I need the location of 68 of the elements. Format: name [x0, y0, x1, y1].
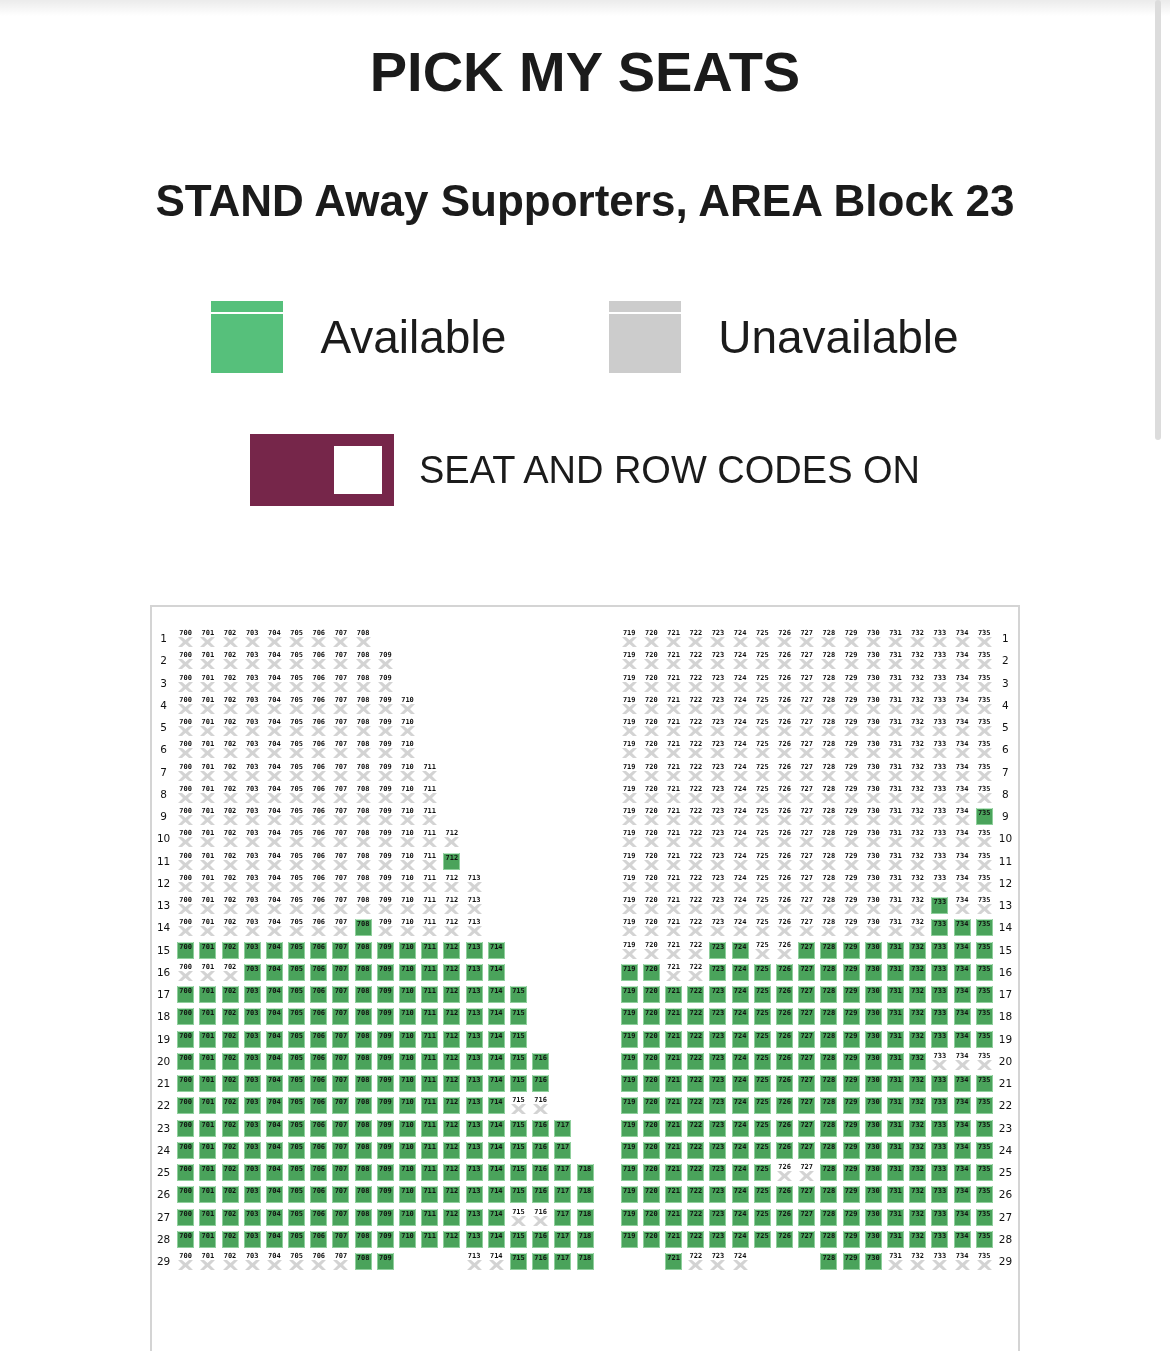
row-label: 10	[155, 832, 172, 846]
row-label: 27	[155, 1210, 172, 1224]
row-label: 3	[159, 676, 168, 690]
row-label: 16	[155, 965, 172, 979]
row-label: 9	[159, 810, 168, 823]
row-label: 14	[997, 921, 1014, 935]
row-label: 10	[997, 832, 1014, 846]
row-label: 20	[155, 1054, 172, 1068]
row-label: 4	[159, 698, 168, 712]
row-label: 29	[997, 1255, 1014, 1268]
row-label: 26	[155, 1188, 172, 1202]
row-label: 28	[155, 1232, 172, 1246]
row-label: 20	[997, 1054, 1014, 1068]
row-label: 2	[1001, 654, 1010, 668]
row-label: 7	[1001, 765, 1010, 779]
row-label: 6	[1001, 743, 1010, 757]
row-label: 23	[997, 1121, 1014, 1135]
row-label: 13	[155, 899, 172, 912]
row-label: 29	[155, 1255, 172, 1268]
row-label: 9	[1001, 810, 1010, 823]
row-label: 19	[997, 1032, 1014, 1046]
row-label: 5	[1001, 721, 1010, 734]
toggle-knob	[333, 446, 382, 494]
row-label: 4	[1001, 698, 1010, 712]
row-label: 6	[159, 743, 168, 757]
row-label: 14	[155, 921, 172, 935]
row-label: 11	[155, 854, 172, 868]
legend-label: Available	[320, 310, 507, 365]
row-label: 18	[155, 1010, 172, 1024]
row-label: 1	[1001, 632, 1010, 645]
row-label: 21	[997, 1077, 1014, 1090]
row-label: 21	[155, 1077, 172, 1090]
toggle-label: SEAT AND ROW CODES ON	[418, 448, 921, 493]
row-label: 25	[997, 1166, 1014, 1179]
scrollbar-thumb[interactable]	[1155, 0, 1161, 440]
row-label: 16	[997, 965, 1014, 979]
page-title: PICK MY SEATS	[369, 40, 801, 104]
row-label: 15	[155, 943, 172, 957]
row-label: 22	[997, 1099, 1014, 1113]
row-label: 12	[155, 876, 172, 890]
row-label: 24	[155, 1143, 172, 1157]
row-label: 15	[997, 943, 1014, 957]
row-label: 17	[997, 988, 1014, 1001]
toggle-switch[interactable]	[249, 434, 394, 506]
legend-label: Unavailable	[718, 310, 959, 365]
row-label: 17	[155, 988, 172, 1001]
row-label: 25	[155, 1166, 172, 1179]
row-label: 2	[159, 654, 168, 668]
row-label: 27	[997, 1210, 1014, 1224]
row-label: 5	[159, 721, 168, 734]
row-label: 8	[1001, 787, 1010, 801]
row-label: 7	[159, 765, 168, 779]
row-label: 23	[155, 1121, 172, 1135]
row-label: 24	[997, 1143, 1014, 1157]
row-label: 1	[159, 632, 168, 645]
row-label: 22	[155, 1099, 172, 1113]
swatch-icon	[609, 301, 682, 373]
row-label: 18	[997, 1010, 1014, 1024]
row-label: 12	[997, 876, 1014, 890]
row-label: 11	[997, 854, 1014, 868]
block-title: STAND Away Supporters, AREA Block 23	[155, 175, 1015, 227]
swatch-icon	[211, 301, 284, 373]
row-label: 13	[997, 899, 1014, 912]
row-label: 28	[997, 1232, 1014, 1246]
row-label: 8	[159, 787, 168, 801]
row-label: 26	[997, 1188, 1014, 1202]
row-label: 3	[1001, 676, 1010, 690]
row-label: 19	[155, 1032, 172, 1046]
